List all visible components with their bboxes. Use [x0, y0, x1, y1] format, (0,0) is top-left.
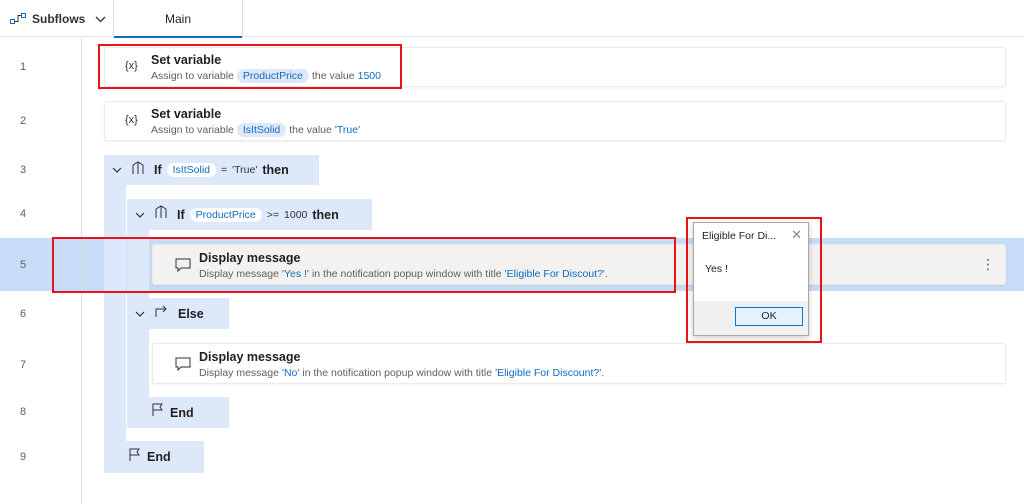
else-icon	[154, 305, 169, 323]
variable-token: ProductPrice	[189, 207, 262, 222]
description-text: Assign to variable	[151, 124, 234, 136]
display-message-step-1[interactable]: Display message Display message 'Yes !' …	[152, 244, 1006, 285]
value-token: 1500	[357, 70, 381, 82]
line-number: 7	[19, 359, 27, 371]
if-keyword: If	[154, 163, 162, 177]
if-step-outer[interactable]: If IsItSolid = 'True' then	[104, 155, 319, 185]
step-title: Set variable	[151, 107, 222, 121]
variable-token: ProductPrice	[236, 69, 309, 83]
line-number: 6	[19, 308, 27, 320]
description-text: in the notification popup window with ti…	[302, 367, 493, 379]
step-title: Display message	[199, 251, 301, 265]
line-number: 8	[19, 406, 27, 418]
description-text: .	[604, 268, 608, 280]
else-keyword: Else	[178, 306, 204, 321]
display-message-step-2[interactable]: Display message Display message 'No' in …	[152, 343, 1006, 384]
description-text: the value	[312, 70, 355, 82]
if-block-body-outer	[104, 185, 126, 447]
description-text: Display message	[199, 268, 279, 280]
subflows-label: Subflows	[32, 12, 86, 26]
value-token: 'True'	[334, 124, 361, 136]
operator: >=	[266, 208, 280, 221]
dialog-message: Yes !	[694, 249, 808, 301]
end-step-inner[interactable]: End	[127, 397, 229, 428]
chevron-down-icon[interactable]	[135, 305, 145, 323]
if-block-body-inner	[127, 230, 149, 298]
step-description: Display message 'No' in the notification…	[199, 367, 604, 379]
top-toolbar: Subflows Main	[0, 0, 1024, 38]
description-text: .	[601, 367, 605, 379]
set-variable-step-2[interactable]: {x} Set variable Assign to variable IsIt…	[104, 101, 1006, 141]
branch-icon	[154, 205, 168, 224]
subflows-icon	[10, 13, 26, 25]
description-text: the value	[289, 124, 332, 136]
subflows-dropdown[interactable]: Subflows	[10, 9, 106, 29]
variable-icon: {x}	[125, 60, 138, 72]
else-block-body	[127, 329, 149, 399]
ok-button[interactable]: OK	[735, 307, 803, 326]
window-title-token: 'Eligible For Discount?'	[495, 367, 602, 379]
then-keyword: then	[312, 207, 339, 222]
message-token: 'No'	[281, 367, 300, 379]
line-number: 9	[19, 451, 27, 463]
variable-icon: {x}	[125, 114, 138, 126]
line-number: 1	[19, 61, 27, 73]
then-keyword: then	[262, 163, 289, 177]
tab-main[interactable]: Main	[113, 0, 243, 38]
message-token: 'Yes !'	[281, 268, 309, 280]
line-number: 4	[19, 208, 27, 220]
chevron-down-icon	[95, 16, 106, 23]
step-description: Display message 'Yes !' in the notificat…	[199, 268, 608, 280]
line-number: 2	[19, 115, 27, 127]
flag-icon	[128, 448, 141, 467]
description-text: in the notification popup window with ti…	[311, 268, 502, 280]
branch-icon	[131, 160, 145, 180]
step-description: Assign to variable ProductPrice the valu…	[151, 69, 381, 83]
step-description: Assign to variable IsItSolid the value '…	[151, 123, 360, 137]
more-options-icon[interactable]: ⋮	[981, 257, 995, 271]
line-number: 5	[19, 259, 27, 271]
flag-icon	[151, 403, 164, 422]
step-title: Set variable	[151, 53, 222, 67]
if-keyword: If	[177, 207, 185, 222]
end-step-outer[interactable]: End	[104, 441, 204, 473]
chevron-down-icon[interactable]	[112, 161, 122, 179]
chevron-down-icon[interactable]	[135, 206, 145, 224]
else-step[interactable]: Else	[127, 298, 229, 329]
step-title: Display message	[199, 350, 301, 364]
message-icon	[175, 258, 191, 275]
close-icon[interactable]: ✕	[791, 227, 802, 243]
end-keyword: End	[147, 450, 171, 464]
window-title-token: 'Eligible For Discout?'	[504, 268, 605, 280]
value-token: 'True'	[232, 164, 258, 176]
message-dialog: Eligible For Di... ✕ Yes ! OK	[693, 222, 809, 336]
if-step-inner[interactable]: If ProductPrice >= 1000 then	[127, 199, 372, 230]
end-keyword: End	[170, 405, 194, 420]
line-number: 3	[19, 164, 27, 176]
set-variable-step-1[interactable]: {x} Set variable Assign to variable Prod…	[104, 47, 1006, 87]
description-text: Assign to variable	[151, 70, 234, 82]
variable-token: IsItSolid	[166, 163, 216, 177]
message-icon	[175, 357, 191, 374]
value-token: 1000	[284, 208, 308, 221]
operator: =	[221, 164, 228, 176]
variable-token: IsItSolid	[236, 123, 287, 137]
description-text: Display message	[199, 367, 279, 379]
